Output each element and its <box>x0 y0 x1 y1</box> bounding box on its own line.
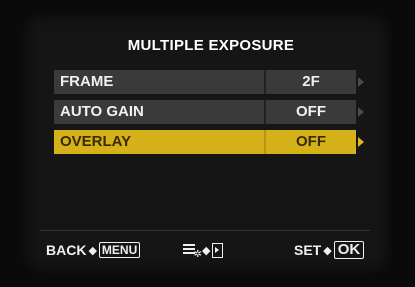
ok-key-badge: OK <box>333 241 365 259</box>
footer-bar: BACK ◆ MENU ✲ ◆ SET ◆ OK <box>22 234 392 266</box>
menu-item-frame[interactable]: FRAME 2F <box>54 70 366 94</box>
menu-key-badge: MENU <box>98 242 141 258</box>
navigate-hint: ✲ ◆ <box>182 240 224 260</box>
chevron-right-icon <box>356 130 366 154</box>
menu-item-label: OVERLAY <box>54 130 266 154</box>
footer-divider <box>40 230 370 231</box>
back-hint: BACK ◆ MENU <box>46 240 141 260</box>
menu-list: FRAME 2F AUTO GAIN OFF OVERLAY OFF <box>54 70 366 190</box>
back-label: BACK <box>46 242 87 258</box>
page-title: MULTIPLE EXPOSURE <box>127 37 295 54</box>
menu-settings-icon: ✲ <box>182 243 202 260</box>
menu-item-auto-gain[interactable]: AUTO GAIN OFF <box>54 100 366 124</box>
diamond-arrow-icon: ◆ <box>202 244 211 257</box>
menu-item-label: AUTO GAIN <box>54 100 266 124</box>
menu-item-label: FRAME <box>54 70 266 94</box>
diamond-arrow-icon: ◆ <box>323 244 332 257</box>
menu-item-overlay[interactable]: OVERLAY OFF <box>54 130 366 154</box>
menu-item-value: 2F <box>266 70 356 94</box>
camera-lcd-screen: MULTIPLE EXPOSURE FRAME 2F AUTO GAIN OFF… <box>22 12 392 274</box>
set-hint: SET ◆ OK <box>294 240 365 260</box>
menu-item-value: OFF <box>266 130 356 154</box>
set-label: SET <box>294 242 322 258</box>
diamond-arrow-icon: ◆ <box>88 244 97 257</box>
chevron-right-icon <box>356 100 366 124</box>
right-arrow-box-icon <box>212 242 224 258</box>
chevron-right-icon <box>356 70 366 94</box>
menu-item-value: OFF <box>266 100 356 124</box>
